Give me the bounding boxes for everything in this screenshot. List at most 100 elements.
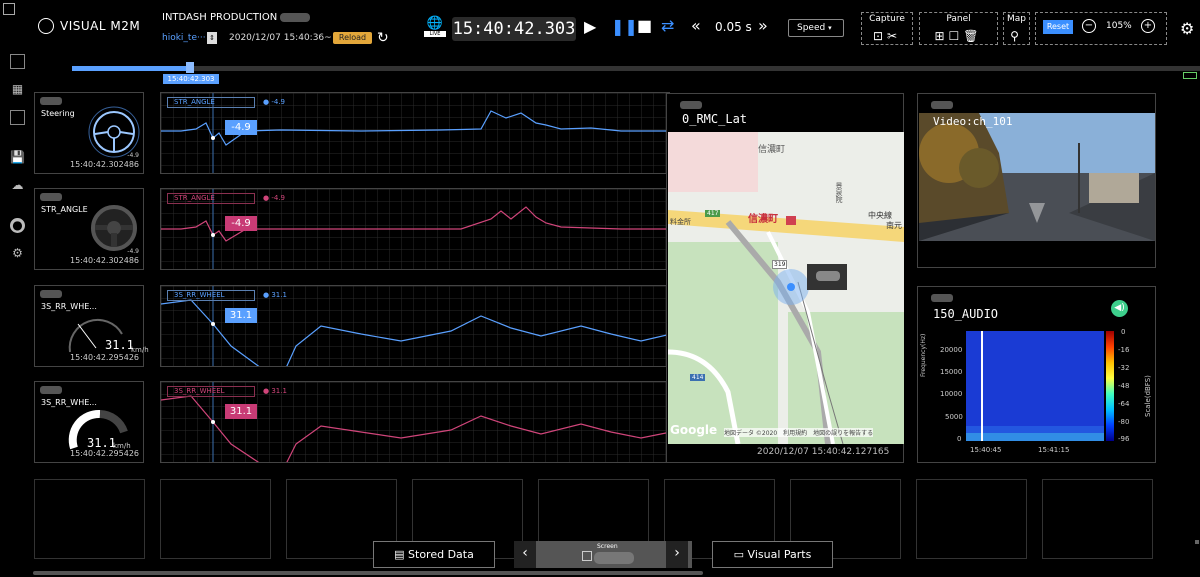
app-logo: VISUAL M2M: [60, 19, 141, 33]
wheel-speed-chart-panel-2[interactable]: 3S_RR_WHEEL ● 31.1 31.1: [160, 381, 670, 463]
grid-layout-icon[interactable]: [10, 54, 25, 69]
visual-parts-icon: ▭: [733, 548, 745, 561]
wheel-speed-gauge-panel-2[interactable]: 3S_RR_WHE... 31.1 km/h 15:40:42.295426: [34, 381, 144, 463]
video-panel[interactable]: Video:ch_101: [917, 93, 1156, 268]
panel-add-icon[interactable]: ⊞: [934, 29, 948, 43]
steering-gauge-panel[interactable]: Steering -4.9 15:40:42.302486: [34, 92, 144, 174]
audio-panel[interactable]: 150_AUDIO ◀) Frequency(Hz) 20000 15000 1…: [917, 286, 1156, 463]
map-road-number: 417: [705, 210, 721, 217]
map-person-icon[interactable]: ⚲: [1010, 29, 1023, 43]
audio-y-tick: 5000: [945, 413, 963, 421]
horizontal-scrollbar[interactable]: [33, 571, 703, 575]
timeline-current-label: 15:40:42.303: [163, 74, 219, 84]
chart-value-tag: 31.1: [225, 404, 257, 419]
step-back-icon[interactable]: «: [691, 16, 701, 35]
gauge-timestamp: 15:40:42.302486: [69, 256, 139, 265]
user-icon[interactable]: ●: [10, 218, 25, 233]
chart-legend[interactable]: 3S_RR_WHEEL: [167, 290, 255, 301]
save-icon[interactable]: 💾: [10, 150, 25, 165]
chart-icon[interactable]: [10, 110, 25, 125]
gauge-timestamp: 15:40:42.302486: [69, 160, 139, 169]
map-view[interactable]: 信濃町 信濃町 料金所 中央線 南元 417 319 414 景泉院 Googl…: [668, 132, 904, 444]
live-icon[interactable]: 🌐 LIVE: [424, 17, 446, 39]
audio-x-tick: 15:40:45: [970, 446, 1002, 454]
timeline-track[interactable]: [72, 66, 1200, 71]
play-icon[interactable]: ▶: [584, 17, 596, 36]
database-icon: ▤: [394, 548, 405, 561]
steering-chart-panel[interactable]: STR_ANGLE ● -4.9 -4.9: [160, 92, 670, 174]
empty-panel-slot[interactable]: [916, 479, 1027, 559]
wheel-speed-chart-panel[interactable]: 3S_RR_WHEEL ● 31.1 31.1: [160, 285, 670, 367]
panel-select-icon[interactable]: ☐: [949, 29, 964, 43]
screen-prev-icon[interactable]: ‹: [514, 541, 536, 568]
gauge-timestamp: 15:40:42.295426: [69, 449, 139, 458]
scale-tick: -48: [1118, 382, 1130, 390]
cut-icon[interactable]: ✂: [887, 29, 901, 43]
chart-value-tag: -4.9: [225, 120, 257, 135]
trash-icon[interactable]: 🗑: [963, 29, 982, 43]
map-group: Map ⚲: [1003, 12, 1030, 45]
cloud-upload-icon[interactable]: ☁: [10, 178, 25, 193]
expand-icon[interactable]: [3, 3, 15, 15]
str-angle-chart-panel[interactable]: STR_ANGLE ● -4.9 -4.9: [160, 188, 670, 270]
gauge-title: 3S_RR_WHE...: [41, 302, 97, 311]
audio-x-tick: 15:41:15: [1038, 446, 1070, 454]
str-angle-gauge-panel[interactable]: STR_ANGLE -4.9 15:40:42.302486: [34, 188, 144, 270]
zoom-in-icon[interactable]: +: [1141, 19, 1155, 33]
chart-legend-value: ● -4.9: [263, 194, 286, 202]
chart-legend-value: ● 31.1: [263, 291, 287, 299]
chart-legend[interactable]: 3S_RR_WHEEL: [167, 386, 255, 397]
user-select[interactable]: hioki_te···: [162, 33, 206, 43]
settings-gear-icon[interactable]: ⚙: [1180, 19, 1194, 38]
scale-tick: -96: [1118, 435, 1130, 443]
video-frame: [919, 113, 1155, 241]
stored-data-button[interactable]: ▤ Stored Data: [373, 541, 495, 568]
reload-button[interactable]: Reload: [333, 32, 372, 44]
map-station-label: 信濃町: [748, 214, 778, 225]
map-panel[interactable]: 0_RMC_Lat 信濃町 信濃町 料金所 中央線 南元 417 319 414…: [666, 93, 904, 463]
empty-panel-slot[interactable]: [1042, 479, 1153, 559]
map-canvas: [668, 132, 904, 444]
zoom-out-icon[interactable]: −: [1082, 19, 1096, 33]
audio-y-tick: 0: [957, 435, 962, 443]
steering-wheel-icon: [91, 205, 137, 251]
stop-icon[interactable]: ■: [637, 16, 652, 35]
timeline-handle[interactable]: [186, 62, 194, 73]
scale-tick: 0: [1121, 328, 1126, 336]
audio-y-label: Frequency(Hz): [920, 333, 927, 377]
speed-select[interactable]: Speed ▾: [788, 19, 844, 37]
screen-next-icon[interactable]: ›: [666, 541, 688, 568]
settings-icon[interactable]: ⚙: [10, 246, 25, 261]
user-dropdown-icon[interactable]: ⇕: [207, 32, 217, 44]
gauge-value: -4.9: [127, 152, 139, 159]
chart-legend[interactable]: STR_ANGLE: [167, 193, 255, 204]
timeline-collapse-icon[interactable]: [1183, 72, 1197, 79]
empty-panel-slot[interactable]: [160, 479, 271, 559]
step-forward-icon[interactable]: »: [758, 16, 768, 35]
audio-y-tick: 20000: [940, 346, 963, 354]
loop-icon[interactable]: ⇄: [661, 16, 674, 35]
screen-label: Screen: [597, 543, 618, 550]
map-label: 景泉院: [835, 182, 843, 203]
map-attribution[interactable]: 地図データ ©2020 利用規約 地図の誤りを報告する: [724, 428, 874, 437]
map-road-number: 414: [690, 374, 706, 381]
color-scale-bar: [1106, 331, 1114, 441]
wheel-speed-gauge-panel[interactable]: 3S_RR_WHE... 31.1 km/h 15:40:42.295426: [34, 285, 149, 367]
refresh-icon[interactable]: ↻: [377, 30, 389, 46]
chart-legend[interactable]: STR_ANGLE: [167, 97, 255, 108]
sidebar: ▦ 💾 ☁ ● ⚙: [0, 50, 32, 577]
timeline-progress: [72, 66, 191, 71]
gauge-title: STR_ANGLE: [41, 205, 88, 214]
spectrogram: [966, 331, 1104, 441]
scroll-corner: [1195, 540, 1199, 544]
pause-icon[interactable]: ❚❚: [611, 17, 638, 36]
speaker-icon[interactable]: ◀): [1111, 300, 1128, 317]
capture-icon[interactable]: ⊡: [873, 29, 887, 43]
calendar-icon[interactable]: ▦: [10, 82, 25, 97]
empty-panel-slot[interactable]: [34, 479, 145, 559]
video-title: Video:ch_101: [933, 115, 1013, 128]
reset-button[interactable]: Reset: [1043, 20, 1073, 34]
visual-parts-button[interactable]: ▭ Visual Parts: [712, 541, 833, 568]
scale-label: Scale(dBFS): [1144, 375, 1152, 417]
map-label: 料金所: [670, 218, 691, 226]
